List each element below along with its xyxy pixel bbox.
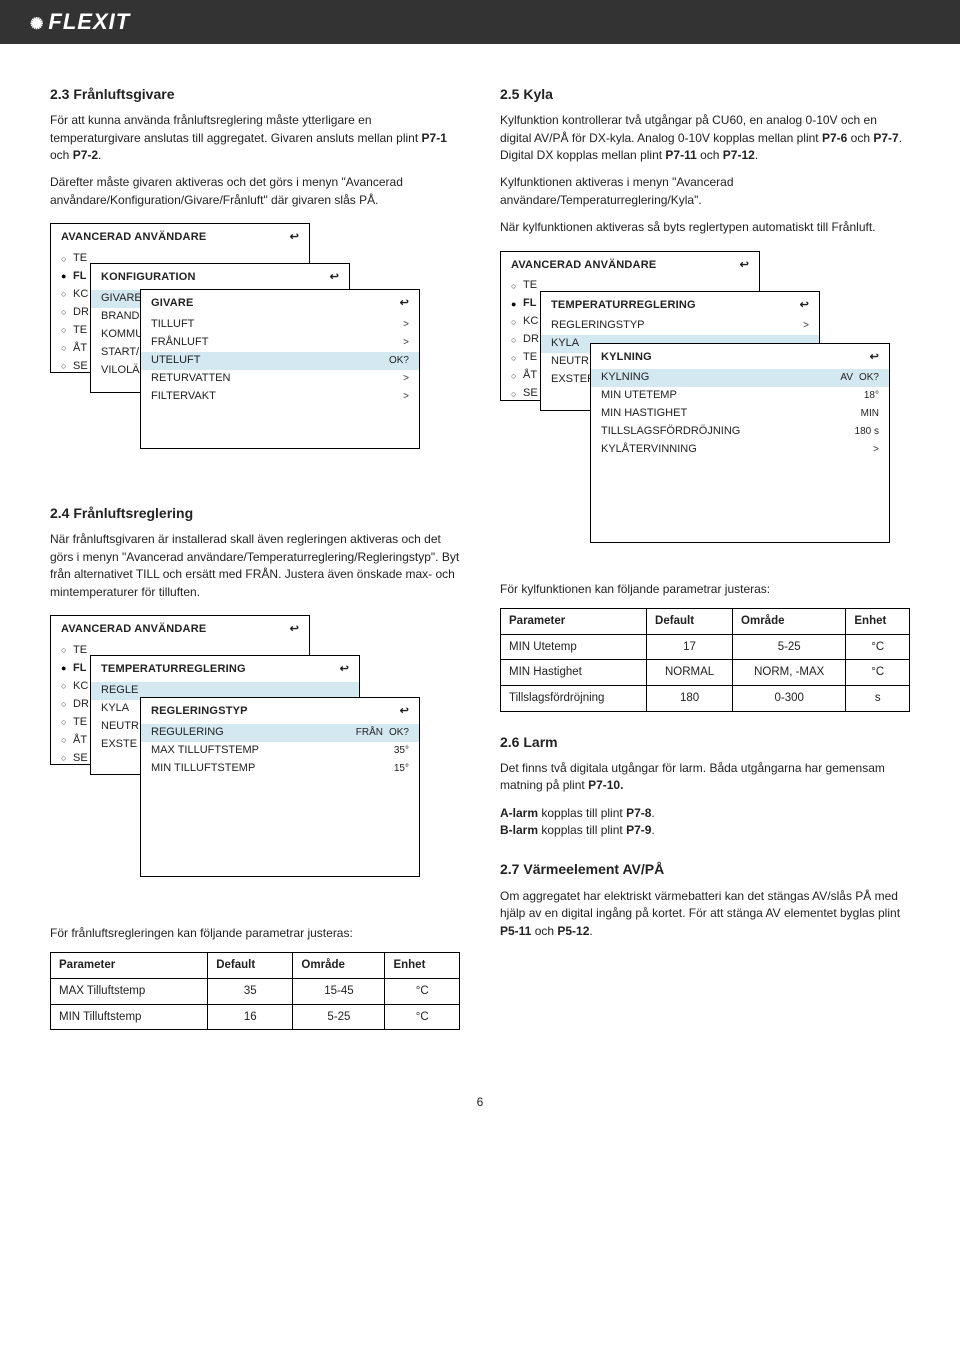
menu2-item[interactable]: REGLERINGSTYP>: [541, 317, 819, 335]
top-bar: ✺FLEXIT: [0, 0, 960, 44]
menu3-item[interactable]: MIN UTETEMP18°: [591, 387, 889, 405]
menu1-title: AVANCERAD ANVÄNDARE: [61, 230, 206, 246]
s26-p3: B-larm kopplas till plint P7-9.: [500, 822, 910, 839]
page-number: 6: [0, 1084, 960, 1141]
menu3-title: GIVARE: [151, 296, 194, 312]
th: Enhet: [385, 953, 460, 979]
menu3-item[interactable]: KYLNINGAVOK?: [591, 369, 889, 387]
menu3-item[interactable]: FILTERVAKT>: [141, 388, 419, 406]
th: Default: [647, 608, 733, 634]
menu-cascade-2-5: AVANCERAD ANVÄNDARE ↩ ○TE ●FL ○KC ○DR ○T…: [500, 251, 910, 561]
table-row: MAX Tilluftstemp 35 15-45 °C: [51, 979, 460, 1005]
th: Parameter: [501, 608, 647, 634]
back-icon[interactable]: ↩: [330, 270, 339, 286]
th: Parameter: [51, 953, 208, 979]
menu3-title: REGLERINGSTYP: [151, 704, 248, 720]
heading-2-4: 2.4 Frånluftsreglering: [50, 503, 460, 523]
s25-p1: Kylfunktion kontrollerar två utgångar på…: [500, 112, 910, 164]
brand-logo: ✺FLEXIT: [30, 9, 130, 34]
menu-level-3: REGLERINGSTYP ↩ REGULERINGFRÅNOK? MAX TI…: [140, 697, 420, 877]
heading-2-7: 2.7 Värmeelement AV/PÅ: [500, 859, 910, 879]
menu3-item[interactable]: RETURVATTEN>: [141, 370, 419, 388]
back-icon[interactable]: ↩: [290, 230, 299, 246]
heading-2-3: 2.3 Frånluftsgivare: [50, 84, 460, 104]
s27-p1: Om aggregatet har elektriskt värmebatter…: [500, 888, 910, 940]
s25-p3: När kylfunktionen aktiveras så byts regl…: [500, 219, 910, 236]
back-icon[interactable]: ↩: [290, 622, 299, 638]
menu3-item[interactable]: UTELUFTOK?: [141, 352, 419, 370]
back-icon[interactable]: ↩: [870, 350, 879, 366]
s26-p1: Det finns två digitala utgångar för larm…: [500, 760, 910, 795]
back-icon[interactable]: ↩: [740, 258, 749, 274]
params-table-2-4: Parameter Default Område Enhet MAX Tillu…: [50, 952, 460, 1030]
s25-p2: Kylfunktionen aktiveras i menyn "Avancer…: [500, 174, 910, 209]
s26-p2: A-larm kopplas till plint P7-8.: [500, 805, 910, 822]
menu3-item[interactable]: MIN HASTIGHETMIN: [591, 405, 889, 423]
back-icon[interactable]: ↩: [340, 662, 349, 678]
back-icon[interactable]: ↩: [400, 704, 409, 720]
heading-2-6: 2.6 Larm: [500, 732, 910, 752]
menu-cascade-2-3: AVANCERAD ANVÄNDARE ↩ ○TE ●FL ○KC ○DR ○T…: [50, 223, 460, 483]
th: Område: [733, 608, 846, 634]
menu3-item[interactable]: MIN TILLUFTSTEMP15°: [141, 760, 419, 778]
menu3-item[interactable]: FRÅNLUFT>: [141, 334, 419, 352]
heading-2-5: 2.5 Kyla: [500, 84, 910, 104]
menu3-item[interactable]: REGULERINGFRÅNOK?: [141, 724, 419, 742]
s24-p1: När frånluftsgivaren är installerad skal…: [50, 531, 460, 601]
table-row: MIN Tilluftstemp 16 5-25 °C: [51, 1004, 460, 1030]
menu-cascade-2-4: AVANCERAD ANVÄNDARE ↩ ○TE ●FL ○KC ○DR ○T…: [50, 615, 460, 905]
menu-level-3: GIVARE ↩ TILLUFT> FRÅNLUFT> UTELUFTOK? R…: [140, 289, 420, 449]
s24-tbl-intro: För frånluftsregleringen kan följande pa…: [50, 925, 460, 942]
fan-icon: ✺: [30, 16, 44, 33]
menu-level-3: KYLNING ↩ KYLNINGAVOK? MIN UTETEMP18° MI…: [590, 343, 890, 543]
table-row: MIN Hastighet NORMAL NORM, -MAX °C: [501, 660, 910, 686]
menu2-title: TEMPERATURREGLERING: [551, 298, 696, 314]
th: Område: [293, 953, 385, 979]
menu3-item[interactable]: KYLÅTERVINNING>: [591, 441, 889, 459]
params-table-2-5: Parameter Default Område Enhet MIN Utete…: [500, 608, 910, 712]
menu3-title: KYLNING: [601, 350, 652, 366]
th: Enhet: [846, 608, 910, 634]
table-row: MIN Utetemp 17 5-25 °C: [501, 634, 910, 660]
s25-tbl-intro: För kylfunktionen kan följande parametra…: [500, 581, 910, 598]
menu3-item[interactable]: TILLSLAGSFÖRDRÖJNING180 s: [591, 423, 889, 441]
s23-p2: Därefter måste givaren aktiveras och det…: [50, 174, 460, 209]
menu1-title: AVANCERAD ANVÄNDARE: [61, 622, 206, 638]
table-row: Tillslagsfördröjning 180 0-300 s: [501, 685, 910, 711]
th: Default: [208, 953, 293, 979]
menu3-item[interactable]: TILLUFT>: [141, 316, 419, 334]
menu3-item[interactable]: MAX TILLUFTSTEMP35°: [141, 742, 419, 760]
brand-text: FLEXIT: [48, 9, 130, 34]
menu2-title: TEMPERATURREGLERING: [101, 662, 246, 678]
back-icon[interactable]: ↩: [800, 298, 809, 314]
s23-p1: För att kunna använda frånluftsreglering…: [50, 112, 460, 164]
menu2-title: KONFIGURATION: [101, 270, 196, 286]
back-icon[interactable]: ↩: [400, 296, 409, 312]
menu1-title: AVANCERAD ANVÄNDARE: [511, 258, 656, 274]
